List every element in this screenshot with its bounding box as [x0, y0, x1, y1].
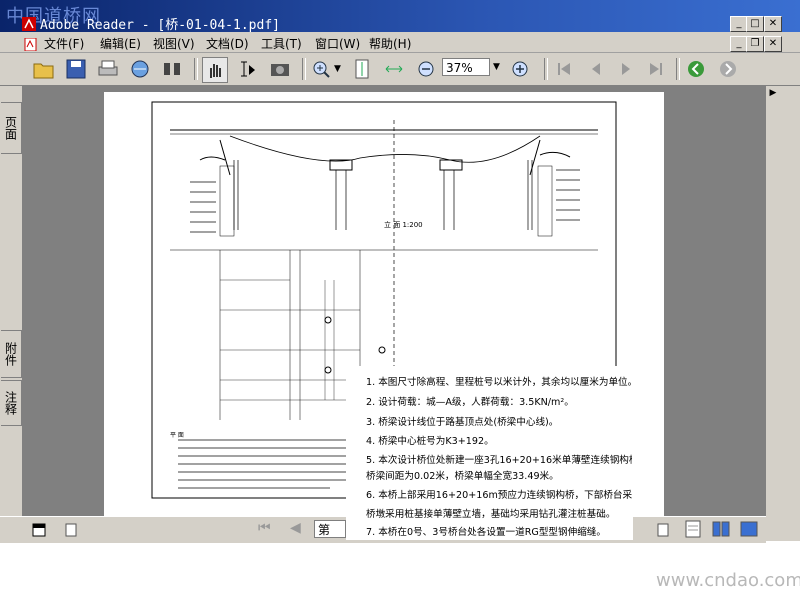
- doc-restore-button[interactable]: ❐: [746, 36, 764, 52]
- menu-tools[interactable]: 工具(T): [261, 35, 302, 52]
- adobe-reader-icon: [22, 16, 36, 31]
- last-page-icon[interactable]: [644, 57, 668, 81]
- toolbar-separator: [676, 58, 680, 80]
- menu-window[interactable]: 窗口(W): [315, 35, 360, 52]
- navigation-panel: [0, 86, 23, 541]
- note-line: 3. 桥梁设计线位于路基顶点处(桥梁中心线)。: [366, 417, 559, 428]
- page-icon[interactable]: [64, 522, 78, 537]
- maximize-button[interactable]: □: [746, 16, 764, 32]
- zoom-level-input[interactable]: 37%: [442, 58, 490, 76]
- zoom-tool-dropdown-icon[interactable]: ▼: [334, 64, 341, 74]
- note-line: 桥梁间距为0.02米，桥梁单幅全宽33.49米。: [366, 471, 559, 482]
- hand-tool-icon[interactable]: [202, 57, 228, 83]
- zoom-level-dropdown-icon[interactable]: ▼: [493, 62, 500, 72]
- continuous-facing-icon[interactable]: [740, 520, 758, 538]
- tab-attachments[interactable]: 附件: [1, 330, 22, 378]
- toolbar-separator: [194, 58, 198, 80]
- window-title: Adobe Reader - [桥-01-04-1.pdf]: [40, 18, 280, 33]
- note-line: 7. 本桥在0号、3号桥台处各设置一道RG型型钢伸缩缝。: [366, 527, 606, 538]
- save-icon[interactable]: [64, 57, 88, 81]
- zoom-in-icon[interactable]: [508, 57, 532, 81]
- snapshot-camera-icon[interactable]: [268, 57, 292, 81]
- go-forward-icon[interactable]: [716, 57, 740, 81]
- scroll-up-icon[interactable]: ▶: [766, 88, 780, 102]
- note-line: 6. 本桥上部采用16+20+16m预应力连续钢构桥，下部桥台采用柱基接盖梁，: [366, 490, 632, 501]
- continuous-page-icon[interactable]: [684, 520, 702, 538]
- menu-help[interactable]: 帮助(H): [369, 35, 411, 52]
- menu-file[interactable]: 文件(F): [44, 35, 84, 52]
- note-line: 桥墩采用桩基接单薄壁立墙，基础均采用钻孔灌注桩基础。: [366, 509, 616, 520]
- right-panel: [780, 86, 800, 541]
- page-layout-icon[interactable]: [32, 522, 46, 537]
- status-first-page-icon[interactable]: ⏮: [258, 520, 271, 536]
- doc-close-button[interactable]: ✕: [764, 36, 782, 52]
- select-text-icon[interactable]: [236, 57, 260, 81]
- vertical-scrollbar[interactable]: [766, 86, 780, 541]
- note-line: 4. 桥梁中心桩号为K3+192。: [366, 436, 494, 447]
- first-page-icon[interactable]: [552, 57, 576, 81]
- fit-width-icon[interactable]: [382, 57, 406, 81]
- fit-height-icon[interactable]: [350, 57, 374, 81]
- close-button[interactable]: ✕: [764, 16, 782, 32]
- watermark-url: www.cndao.com: [656, 570, 800, 591]
- search-binoculars-icon[interactable]: [160, 57, 184, 81]
- single-page-icon[interactable]: [656, 522, 670, 537]
- zoom-out-icon[interactable]: [414, 57, 438, 81]
- previous-page-icon[interactable]: [584, 57, 608, 81]
- note-line: 1. 本图尺寸除高程、里程桩号以米计外，其余均以厘米为单位。: [366, 377, 638, 388]
- print-icon[interactable]: [96, 57, 120, 81]
- note-line: 5. 本次设计桥位处新建一座3孔16+20+16米单薄壁连续钢构桥，分为左右两幅…: [366, 455, 632, 466]
- page-number-input[interactable]: 第: [314, 520, 346, 538]
- menu-view[interactable]: 视图(V): [153, 35, 195, 52]
- elevation-view-label: 立 面 1:200: [384, 221, 423, 229]
- tab-comments[interactable]: 注释: [1, 380, 22, 426]
- status-previous-page-icon[interactable]: ◀: [290, 520, 301, 536]
- document-icon: [24, 36, 37, 52]
- toolbar-separator: [302, 58, 306, 80]
- menu-document[interactable]: 文档(D): [206, 35, 249, 52]
- go-back-icon[interactable]: [684, 57, 708, 81]
- toolbar-separator: [544, 58, 548, 80]
- open-folder-icon[interactable]: [32, 57, 56, 81]
- menu-edit[interactable]: 编辑(E): [100, 35, 141, 52]
- note-line: 2. 设计荷载：城—A级，人群荷载：3.5KN/m²。: [366, 397, 574, 408]
- zoom-in-tool-icon[interactable]: [310, 57, 334, 81]
- facing-pages-icon[interactable]: [712, 520, 730, 538]
- tab-pages[interactable]: 页面: [1, 102, 22, 154]
- next-page-icon[interactable]: [614, 57, 638, 81]
- plan-view-label: 平 面: [170, 432, 184, 439]
- email-icon[interactable]: [128, 57, 152, 81]
